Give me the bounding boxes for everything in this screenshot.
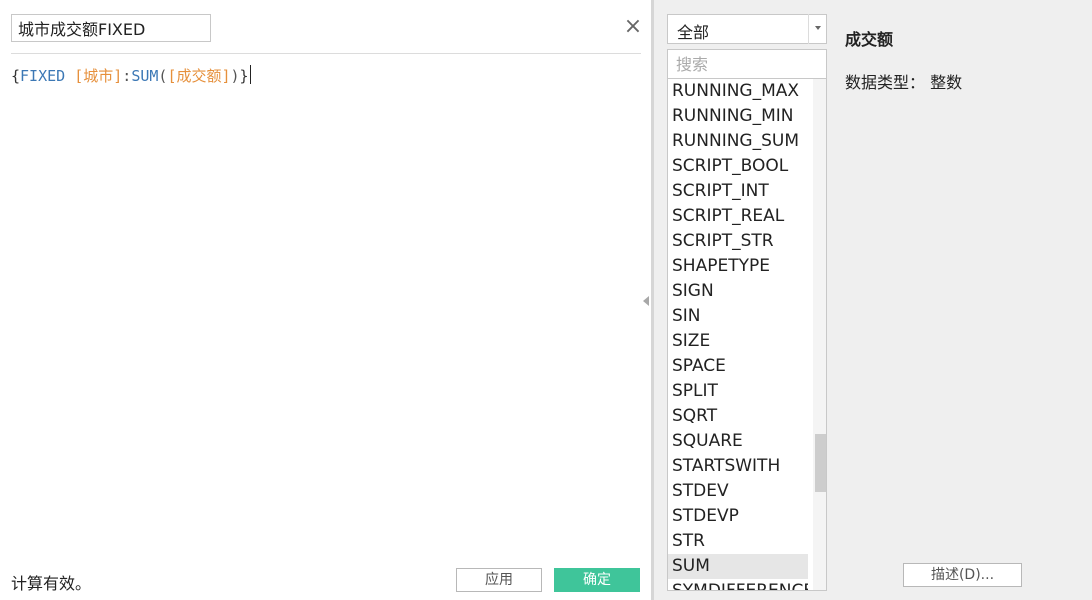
function-list-item[interactable]: SPLIT bbox=[668, 379, 808, 404]
calculation-name-input[interactable] bbox=[11, 14, 211, 42]
function-list-item[interactable]: SUM bbox=[668, 554, 808, 579]
function-list-item[interactable]: SIZE bbox=[668, 329, 808, 354]
function-list-item[interactable]: SYMDIFFERENCE bbox=[668, 579, 808, 590]
function-list-item[interactable]: STDEV bbox=[668, 479, 808, 504]
function-list-item[interactable]: SQUARE bbox=[668, 429, 808, 454]
chevron-down-icon[interactable] bbox=[808, 14, 827, 44]
function-list-item[interactable]: SQRT bbox=[668, 404, 808, 429]
function-list-item[interactable]: RUNNING_MIN bbox=[668, 104, 808, 129]
formula-keyword-fixed: FIXED bbox=[20, 67, 66, 85]
function-list-item[interactable]: SCRIPT_STR bbox=[668, 229, 808, 254]
function-list-item[interactable]: STDEVP bbox=[668, 504, 808, 529]
apply-button[interactable]: 应用 bbox=[456, 568, 542, 592]
scrollbar-thumb[interactable] bbox=[815, 434, 826, 492]
formula-close-brace: } bbox=[239, 67, 249, 85]
divider bbox=[11, 53, 641, 54]
text-cursor bbox=[249, 65, 251, 84]
function-category-select[interactable]: 全部 bbox=[667, 14, 827, 44]
formula-colon: : bbox=[122, 67, 132, 85]
describe-button[interactable]: 描述(D)... bbox=[903, 563, 1022, 587]
function-list-item[interactable]: SIN bbox=[668, 304, 808, 329]
formula-space bbox=[65, 67, 74, 85]
formula-function-sum: SUM bbox=[131, 67, 159, 85]
function-list-item[interactable]: SPACE bbox=[668, 354, 808, 379]
collapse-arrow-icon[interactable] bbox=[643, 296, 649, 306]
field-data-type: 数据类型： 整数 bbox=[845, 73, 963, 92]
close-icon[interactable]: × bbox=[623, 16, 643, 38]
function-list-item[interactable]: SCRIPT_BOOL bbox=[668, 154, 808, 179]
function-list-item[interactable]: SCRIPT_REAL bbox=[668, 204, 808, 229]
formula-close-paren: ) bbox=[230, 67, 240, 85]
ok-button[interactable]: 确定 bbox=[554, 568, 640, 592]
formula-dimension-field: [城市] bbox=[74, 67, 123, 85]
function-list-item[interactable]: STR bbox=[668, 529, 808, 554]
function-list-scrollbar[interactable] bbox=[813, 79, 826, 590]
formula-open-brace: { bbox=[11, 67, 21, 85]
function-list-item[interactable]: STARTSWITH bbox=[668, 454, 808, 479]
formula-measure-field: [成交额] bbox=[167, 67, 231, 85]
formula-editor[interactable]: {FIXED [城市]:SUM([成交额])} bbox=[11, 64, 641, 544]
calculation-editor-pane: × {FIXED [城市]:SUM([成交额])} 计算有效。 应用 确定 bbox=[0, 0, 651, 600]
function-search-input[interactable] bbox=[667, 49, 827, 79]
function-list-item[interactable]: SCRIPT_INT bbox=[668, 179, 808, 204]
function-list-item[interactable]: SHAPETYPE bbox=[668, 254, 808, 279]
field-detail-title: 成交额 bbox=[845, 30, 894, 49]
function-list-item[interactable]: RUNNING_SUM bbox=[668, 129, 808, 154]
function-list-item[interactable]: SIGN bbox=[668, 279, 808, 304]
function-list-item[interactable]: RUNNING_MAX bbox=[668, 79, 808, 104]
function-list[interactable]: RUNNING_MAX RUNNING_MIN RUNNING_SUM SCRIPT_… bbox=[667, 79, 827, 591]
validation-status: 计算有效。 bbox=[11, 574, 92, 593]
